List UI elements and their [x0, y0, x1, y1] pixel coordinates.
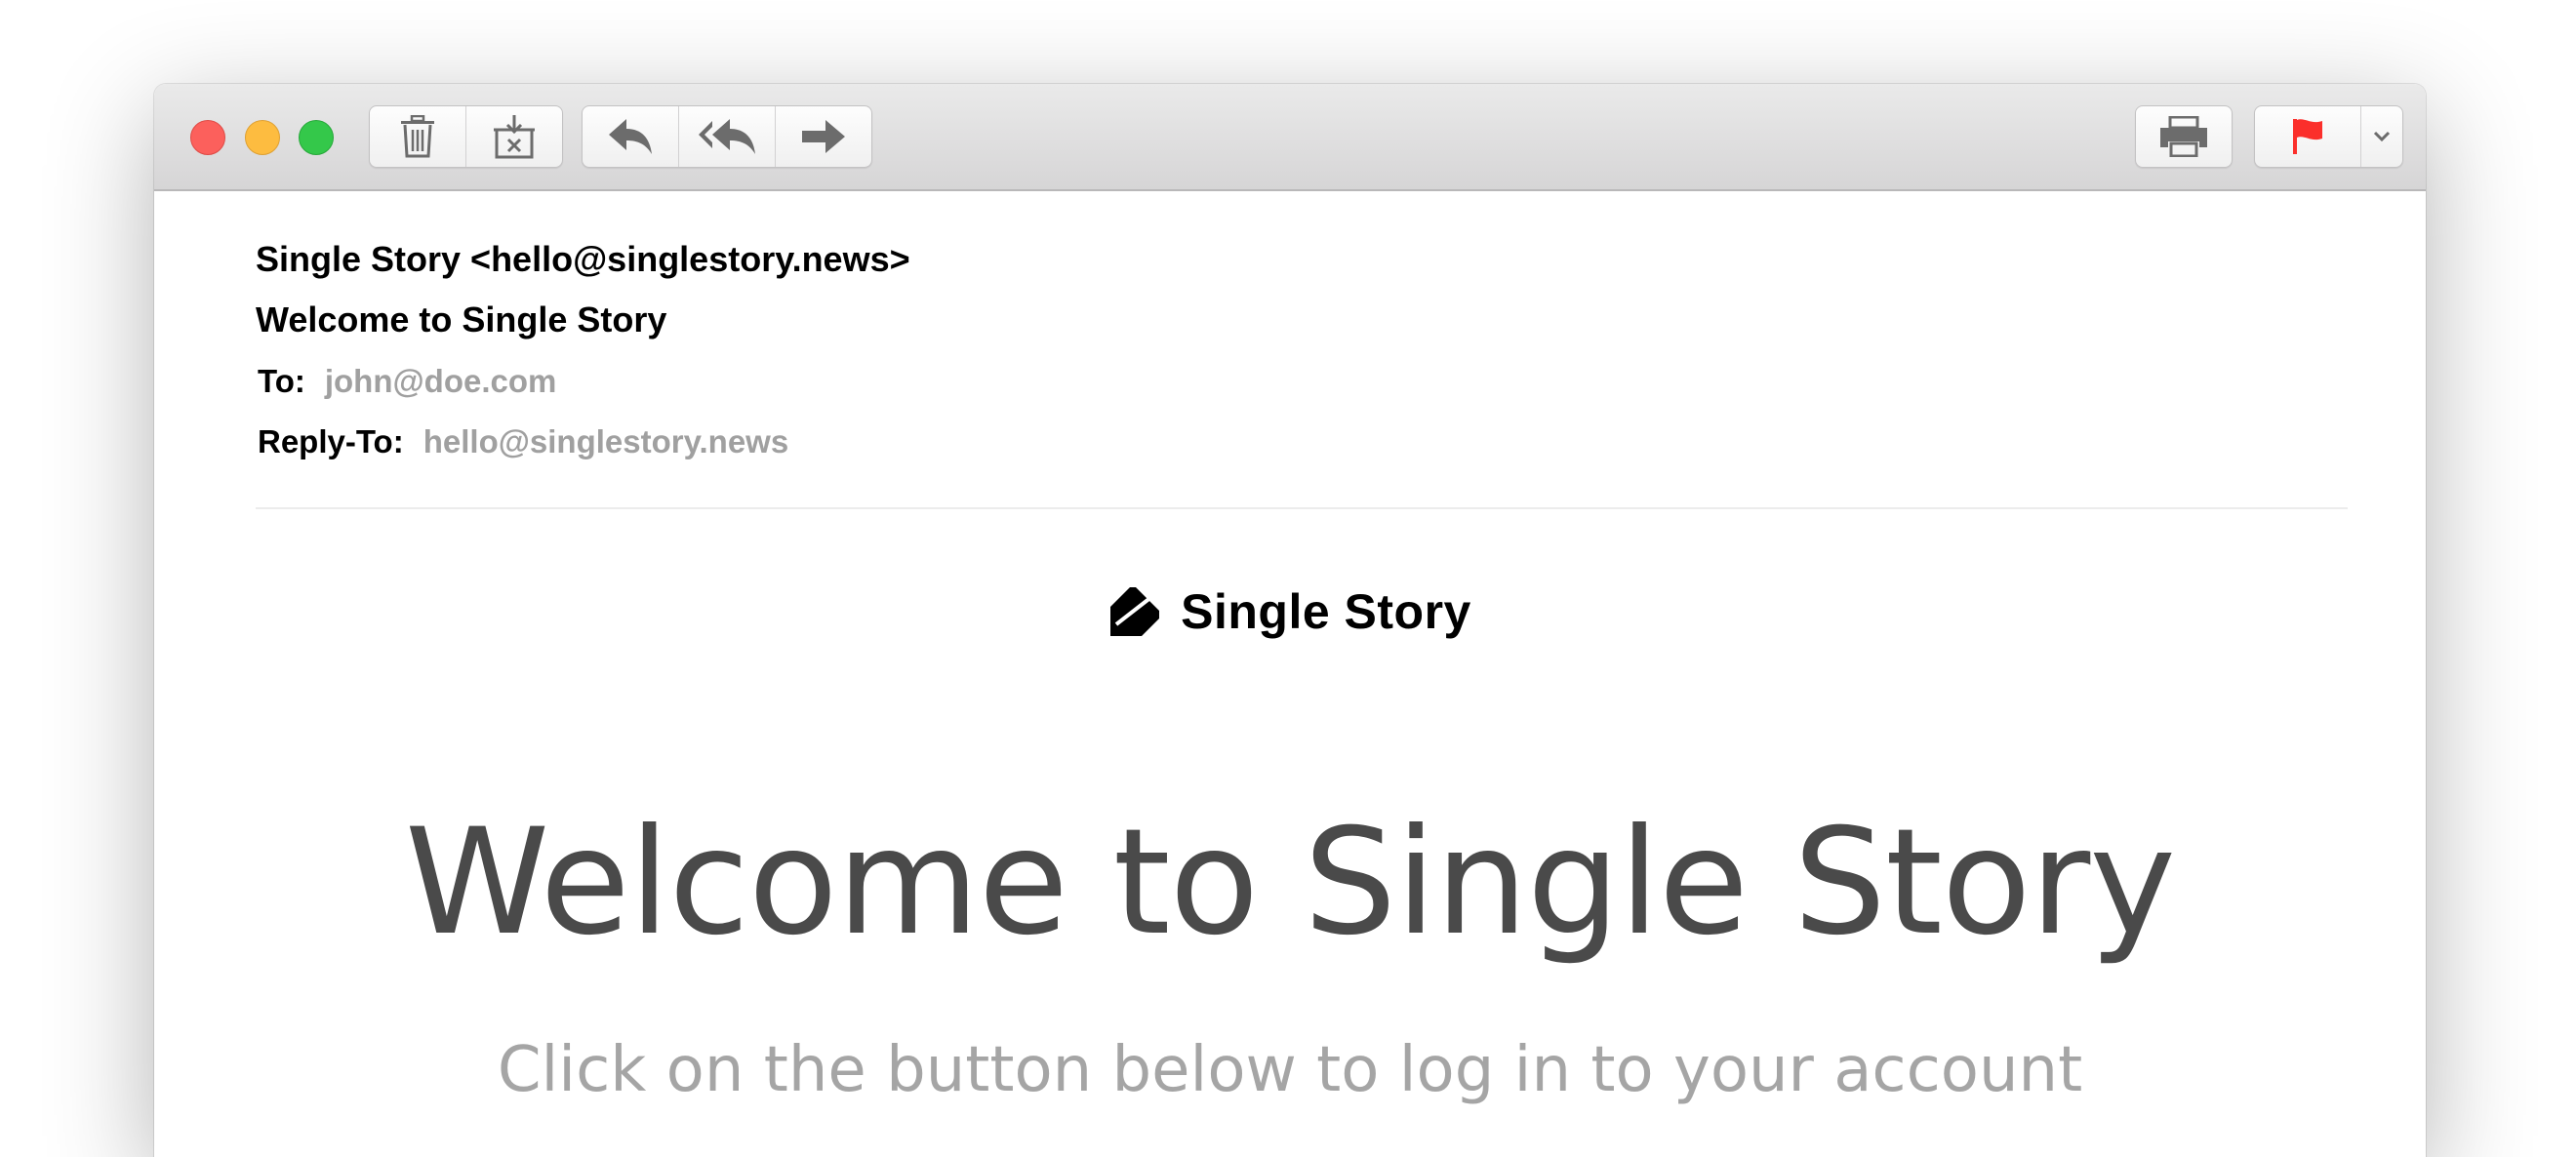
- trash-icon: [401, 115, 434, 158]
- print-button-group: [2135, 105, 2233, 168]
- reply-to-label: Reply-To:: [258, 423, 404, 459]
- flag-button[interactable]: [2255, 106, 2361, 167]
- email-subheading: Click on the button below to log in to y…: [497, 1034, 2083, 1106]
- header-divider: [256, 507, 2348, 509]
- brand-name: Single Story: [1181, 584, 1471, 639]
- forward-icon: [802, 120, 845, 153]
- minimize-window-button[interactable]: [245, 120, 280, 155]
- subject: Welcome to Single Story: [256, 299, 667, 339]
- flag-menu-button[interactable]: [2361, 106, 2402, 167]
- forward-button[interactable]: [776, 106, 871, 167]
- single-story-logo-icon: [1110, 587, 1160, 636]
- delete-button-group: [369, 105, 563, 168]
- flag-button-group: [2254, 105, 2403, 168]
- reply-all-icon: [699, 119, 755, 154]
- reply-button-group: [582, 105, 872, 168]
- chevron-down-icon: [2373, 131, 2391, 142]
- to-label: To:: [258, 363, 305, 399]
- reply-all-button[interactable]: [679, 106, 776, 167]
- sender: Single Story <hello@singlestory.news>: [256, 239, 910, 279]
- toolbar: [154, 84, 2426, 191]
- print-button[interactable]: [2136, 106, 2232, 167]
- to-value[interactable]: john@doe.com: [325, 363, 557, 399]
- junk-icon: [494, 115, 535, 159]
- reply-to-row: Reply-To: hello@singlestory.news: [258, 422, 788, 461]
- reply-to-value[interactable]: hello@singlestory.news: [423, 423, 789, 459]
- zoom-window-button[interactable]: [299, 120, 334, 155]
- flag-icon: [2293, 119, 2322, 154]
- reply-button[interactable]: [583, 106, 679, 167]
- print-icon: [2160, 116, 2207, 157]
- junk-button[interactable]: [466, 106, 562, 167]
- reply-icon: [609, 119, 652, 154]
- mail-window: Single Story <hello@singlestory.news> We…: [154, 84, 2426, 1157]
- to-row: To: john@doe.com: [258, 362, 556, 401]
- brand-header: Single Story: [154, 583, 2426, 643]
- delete-button[interactable]: [370, 106, 466, 167]
- email-heading: Welcome to Single Story: [404, 798, 2176, 968]
- close-window-button[interactable]: [190, 120, 225, 155]
